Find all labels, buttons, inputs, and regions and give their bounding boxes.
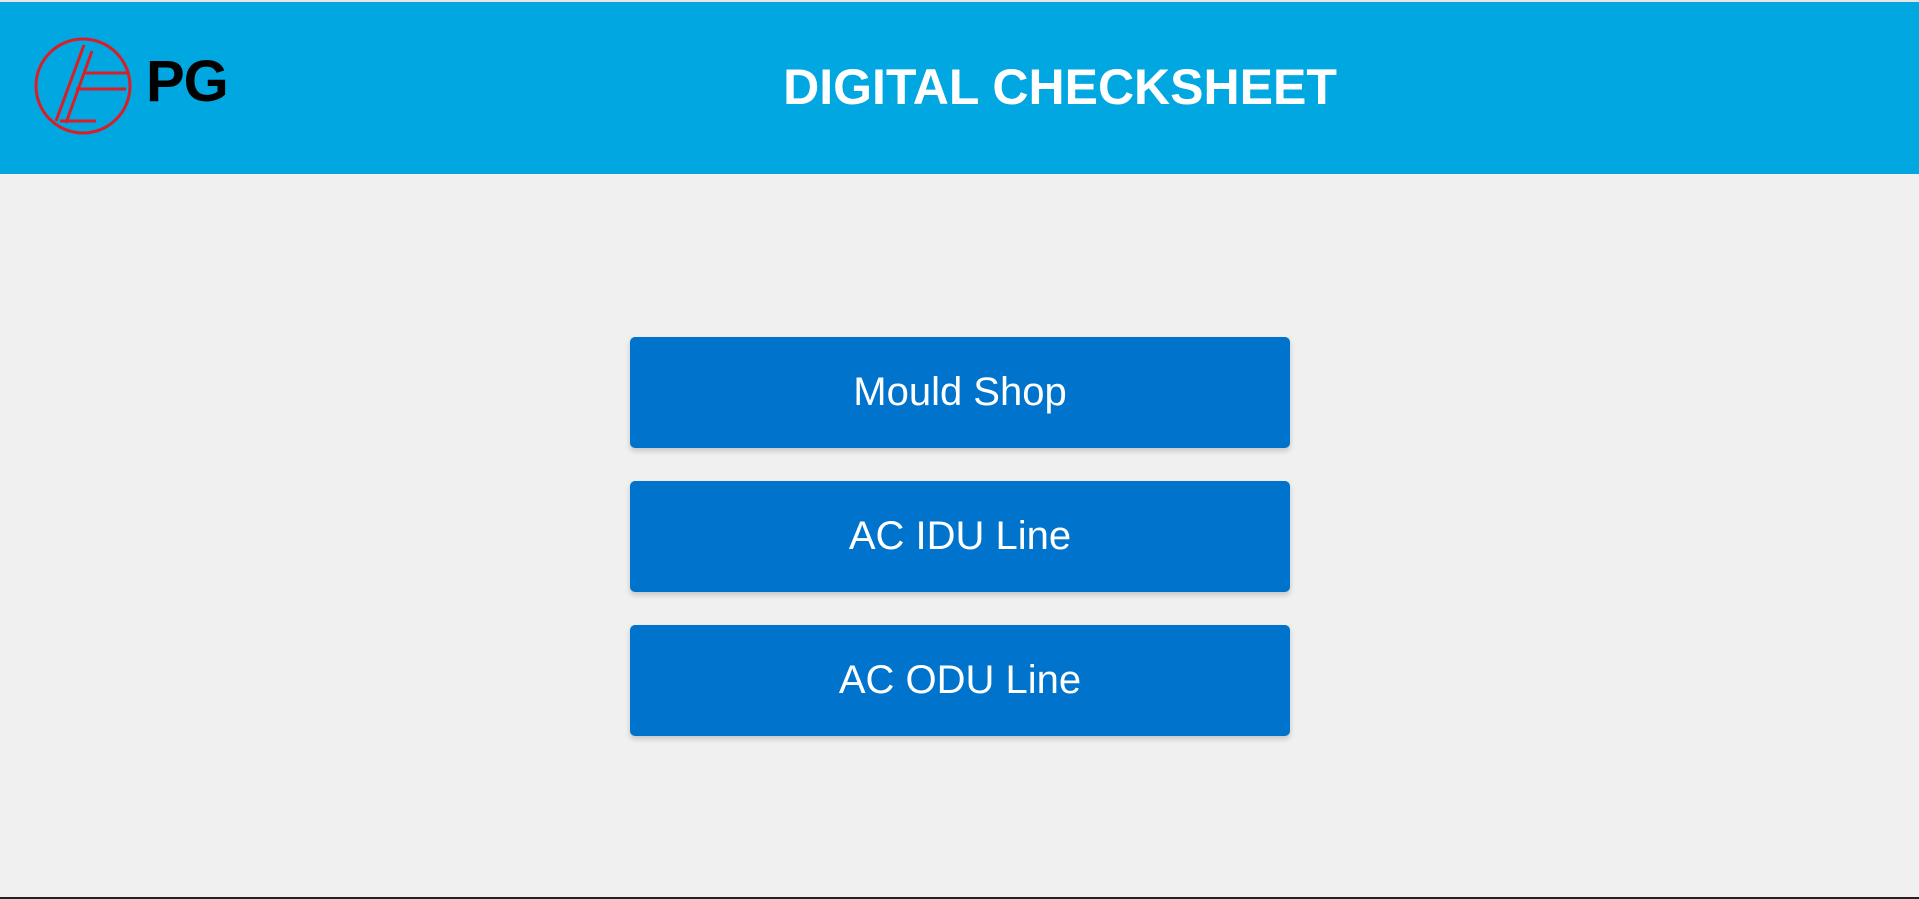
brand-logo: PG [32, 35, 242, 137]
department-menu: Mould Shop AC IDU Line AC ODU Line [630, 337, 1290, 769]
ac-idu-line-button[interactable]: AC IDU Line [630, 481, 1290, 592]
app-header: PG DIGITAL CHECKSHEET [0, 2, 1919, 174]
ac-odu-line-button[interactable]: AC ODU Line [630, 625, 1290, 736]
page-title: DIGITAL CHECKSHEET [783, 59, 1337, 115]
pg-logo-icon [32, 35, 134, 137]
logo-text: PG [146, 49, 229, 114]
mould-shop-button[interactable]: Mould Shop [630, 337, 1290, 448]
